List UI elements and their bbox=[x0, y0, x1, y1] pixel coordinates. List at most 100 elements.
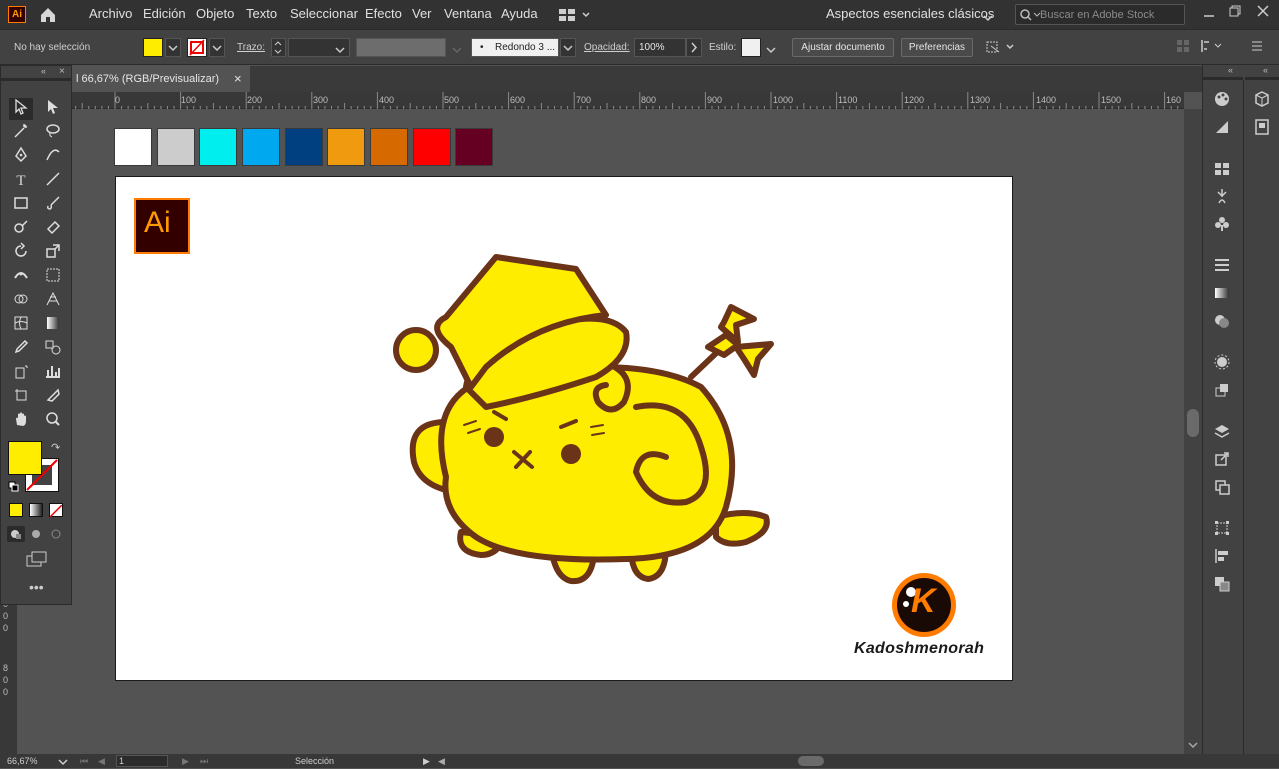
last-artboard-icon[interactable]: ⏭ bbox=[200, 756, 210, 766]
more-tools-icon[interactable]: ••• bbox=[29, 580, 47, 594]
chevron-down-icon[interactable] bbox=[452, 42, 462, 54]
panel-gripper[interactable] bbox=[1, 78, 71, 81]
draw-inside-icon[interactable] bbox=[48, 526, 66, 542]
swatch-white[interactable] bbox=[114, 128, 152, 166]
brush-dropdown[interactable] bbox=[560, 38, 576, 57]
close-panel-icon[interactable]: × bbox=[59, 66, 69, 77]
menu-texto[interactable]: Texto bbox=[246, 6, 277, 21]
close-tab-icon[interactable]: × bbox=[234, 66, 242, 92]
artboards-panel-icon[interactable] bbox=[1211, 478, 1233, 498]
direct-selection-tool-icon[interactable] bbox=[41, 98, 65, 120]
pen-tool-icon[interactable] bbox=[9, 146, 33, 168]
home-icon[interactable] bbox=[38, 5, 58, 25]
menu-ver[interactable]: Ver bbox=[412, 6, 432, 21]
libraries-panel-icon[interactable] bbox=[1251, 118, 1273, 138]
transform-icon[interactable] bbox=[1176, 39, 1190, 53]
stroke-panel-icon[interactable] bbox=[1211, 256, 1233, 276]
restore-icon[interactable] bbox=[1228, 4, 1242, 18]
vertical-scrollbar[interactable] bbox=[1184, 109, 1202, 754]
opacity-input[interactable]: 100% bbox=[634, 38, 686, 57]
transform-panel-icon[interactable] bbox=[1211, 519, 1233, 539]
selection-tool-icon[interactable] bbox=[9, 98, 33, 120]
next-artboard-icon[interactable]: ▶ bbox=[182, 756, 192, 766]
character-illustration[interactable] bbox=[386, 247, 786, 607]
export-assets-icon[interactable] bbox=[1211, 450, 1233, 470]
stroke-none-swatch[interactable] bbox=[187, 38, 207, 57]
scroll-thumb[interactable] bbox=[1187, 409, 1199, 437]
close-window-icon[interactable] bbox=[1256, 4, 1270, 18]
scale-tool-icon[interactable] bbox=[41, 242, 65, 264]
curvature-tool-icon[interactable] bbox=[41, 146, 65, 168]
gradient-tool-icon[interactable] bbox=[41, 314, 65, 336]
stroke-label[interactable]: Trazo: bbox=[237, 42, 265, 53]
gradient-panel-icon[interactable] bbox=[1211, 284, 1233, 304]
arrange-icon[interactable] bbox=[984, 38, 1016, 56]
panel-collapse-icon[interactable]: « bbox=[1228, 65, 1240, 75]
eraser-tool-icon[interactable] bbox=[41, 218, 65, 240]
menu-ayuda[interactable]: Ayuda bbox=[501, 6, 538, 21]
opacity-expand-icon[interactable] bbox=[686, 38, 702, 57]
slice-tool-icon[interactable] bbox=[41, 386, 65, 408]
swatch-navy[interactable] bbox=[285, 128, 323, 166]
width-tool-icon[interactable] bbox=[9, 266, 33, 288]
brushes-panel-icon[interactable] bbox=[1211, 187, 1233, 207]
chevron-down-icon[interactable] bbox=[58, 757, 68, 767]
paintbrush-tool-icon[interactable] bbox=[41, 194, 65, 216]
eyedropper-icon[interactable] bbox=[9, 338, 33, 360]
pathfinder-panel-icon[interactable] bbox=[1211, 575, 1233, 595]
artboard-number-field[interactable]: 1 bbox=[116, 755, 168, 767]
menu-archivo[interactable]: Archivo bbox=[89, 6, 132, 21]
prev-artboard-icon[interactable]: ◀ bbox=[98, 756, 108, 766]
draw-normal-icon[interactable] bbox=[7, 526, 25, 542]
panel-collapse-icon[interactable]: « bbox=[41, 66, 53, 76]
menu-edicion[interactable]: Edición bbox=[143, 6, 186, 21]
variable-width-profile[interactable] bbox=[356, 38, 446, 57]
fill-dropdown[interactable] bbox=[165, 38, 181, 57]
minimize-icon[interactable] bbox=[1202, 6, 1216, 20]
color-panel-icon[interactable] bbox=[1211, 90, 1233, 110]
fill-color-large[interactable] bbox=[8, 441, 42, 475]
horizontal-scroll-thumb[interactable] bbox=[798, 756, 824, 766]
stock-search-field[interactable]: Buscar en Adobe Stock bbox=[1015, 4, 1185, 25]
rotate-tool-icon[interactable] bbox=[9, 242, 33, 264]
type-tool-icon[interactable]: T bbox=[9, 170, 33, 192]
status-menu-arrow-icon[interactable]: ▶ bbox=[423, 756, 431, 766]
swatch-cyan[interactable] bbox=[199, 128, 237, 166]
fill-color-swatch[interactable] bbox=[143, 38, 163, 57]
menu-ventana[interactable]: Ventana bbox=[444, 6, 492, 21]
shape-builder-icon[interactable] bbox=[9, 290, 33, 312]
workspace-switcher[interactable]: Aspectos esenciales clásicos bbox=[826, 6, 994, 21]
mesh-tool-icon[interactable] bbox=[9, 314, 33, 336]
arrange-documents-icon[interactable] bbox=[558, 7, 592, 23]
line-segment-tool-icon[interactable] bbox=[41, 170, 65, 192]
swap-colors-icon[interactable]: ↷ bbox=[51, 441, 63, 454]
first-artboard-icon[interactable]: ⏮ bbox=[80, 756, 90, 766]
menu-efecto[interactable]: Efecto bbox=[365, 6, 402, 21]
preferences-button[interactable]: Preferencias bbox=[901, 38, 973, 57]
brush-definition-field[interactable]: • Redondo 3 ... bbox=[471, 38, 559, 57]
scroll-left-icon[interactable]: ◀ bbox=[438, 756, 446, 766]
panel-gripper[interactable] bbox=[1245, 77, 1279, 80]
graphic-styles-icon[interactable] bbox=[1211, 381, 1233, 401]
menu-seleccionar[interactable]: Seleccionar bbox=[290, 6, 358, 21]
stroke-weight-stepper[interactable] bbox=[271, 38, 286, 57]
shaper-tool-icon[interactable] bbox=[9, 218, 33, 240]
align-panel-icon[interactable] bbox=[1211, 547, 1233, 567]
transparency-panel-icon[interactable] bbox=[1211, 312, 1233, 332]
horizontal-ruler[interactable]: 0 100 200 300 400 500 600 700 800 900 10… bbox=[0, 92, 1184, 109]
swatch-red[interactable] bbox=[413, 128, 451, 166]
rectangle-tool-icon[interactable] bbox=[9, 194, 33, 216]
properties-panel-icon[interactable] bbox=[1251, 90, 1273, 110]
panel-menu-icon[interactable] bbox=[1250, 39, 1264, 53]
swatch-gray[interactable] bbox=[157, 128, 195, 166]
chevron-down-icon[interactable] bbox=[766, 42, 776, 54]
graphic-style-swatch[interactable] bbox=[741, 38, 761, 57]
symbol-sprayer-icon[interactable] bbox=[9, 362, 33, 384]
zoom-tool-icon[interactable] bbox=[41, 410, 65, 432]
blend-tool-icon[interactable] bbox=[41, 338, 65, 360]
appearance-panel-icon[interactable] bbox=[1211, 353, 1233, 373]
panel-gripper[interactable] bbox=[1203, 77, 1243, 80]
free-transform-icon[interactable] bbox=[41, 266, 65, 288]
stroke-dropdown[interactable] bbox=[209, 38, 225, 57]
artboard[interactable]: Ai K Kadoshmenorah bbox=[115, 176, 1013, 681]
